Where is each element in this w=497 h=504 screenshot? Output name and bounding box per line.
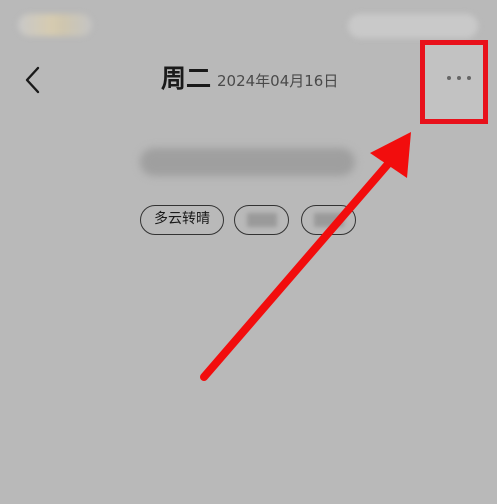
- tag-label-blurred: [247, 213, 277, 227]
- tag-blurred-2[interactable]: [301, 205, 356, 235]
- page-title: 周二: [161, 64, 212, 93]
- tag-blurred-1[interactable]: [234, 205, 289, 235]
- chevron-left-icon: [25, 66, 40, 94]
- blurred-subtitle: [140, 148, 355, 176]
- tag-weather[interactable]: 多云转晴: [140, 205, 224, 235]
- status-bar-left-blurred: [18, 14, 92, 36]
- back-button[interactable]: [18, 60, 50, 100]
- tag-label-blurred: [314, 213, 344, 227]
- tag-label: 多云转晴: [154, 211, 210, 227]
- page-date: 2024年04月16日: [217, 72, 339, 90]
- more-options-button[interactable]: [420, 40, 488, 124]
- status-bar-right-blurred: [348, 14, 478, 38]
- more-horizontal-icon: [447, 76, 471, 82]
